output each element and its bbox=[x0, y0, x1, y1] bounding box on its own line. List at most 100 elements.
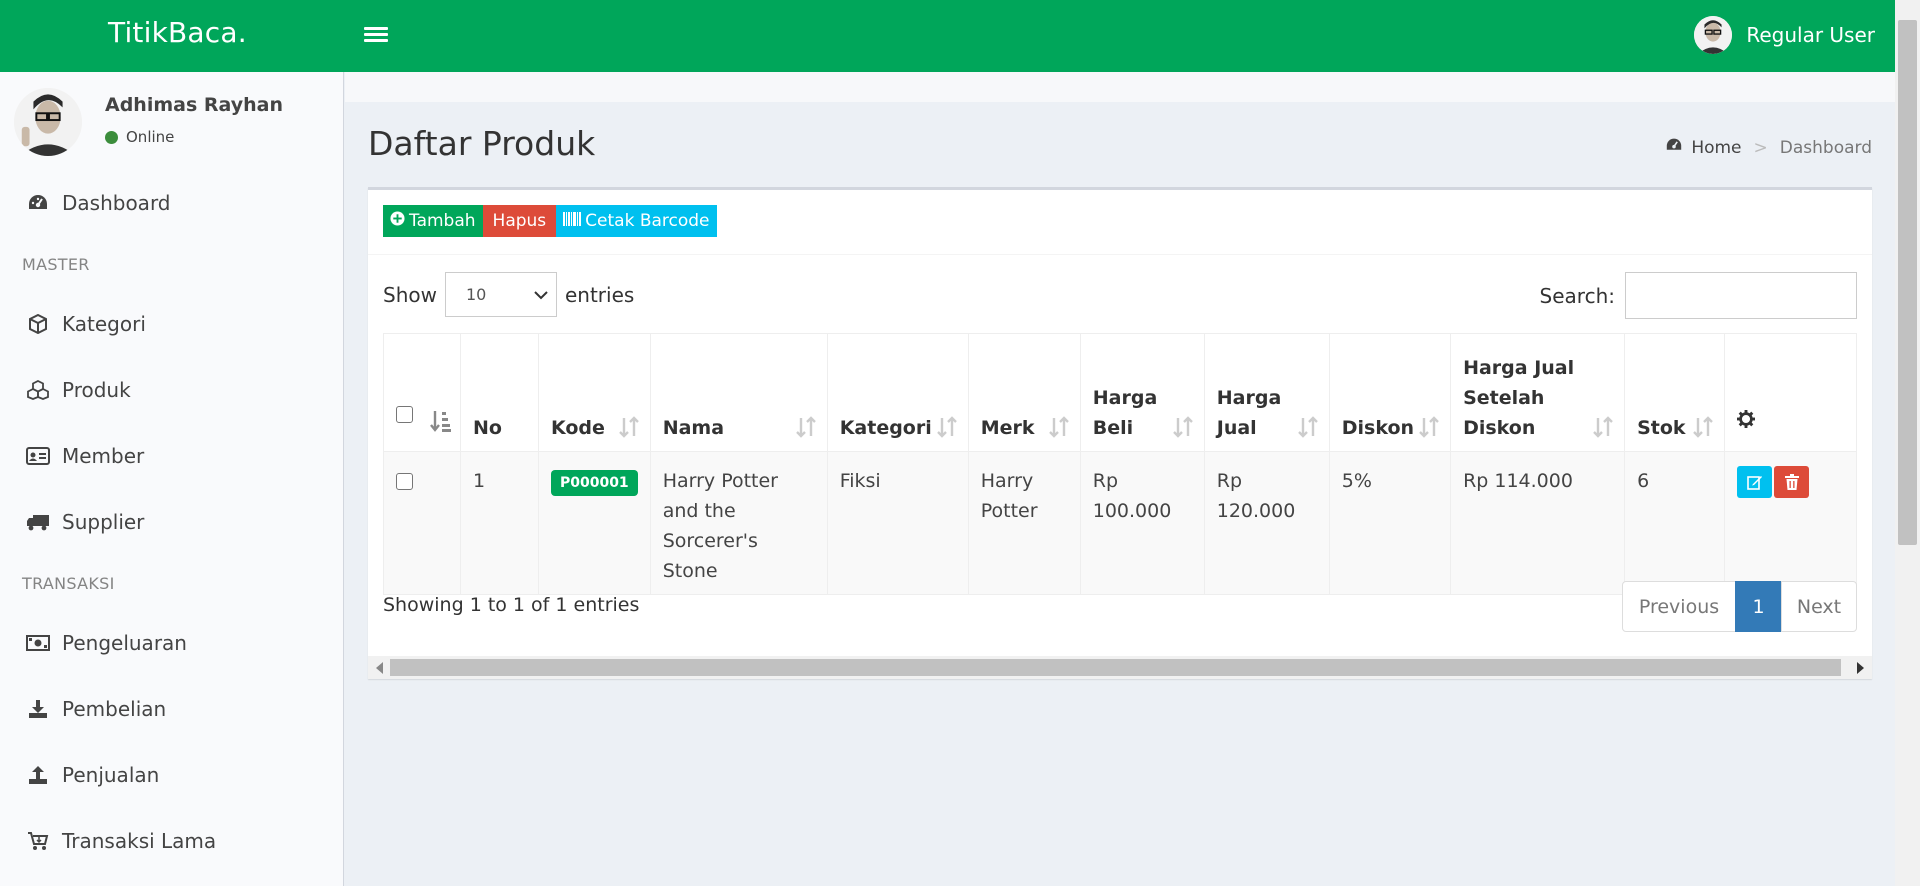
column-header-kode[interactable]: Kode bbox=[537, 333, 651, 452]
entries-length-control: Show 10 entries bbox=[383, 272, 634, 317]
id-card-icon bbox=[26, 444, 50, 468]
menu-header-master: MASTER bbox=[22, 255, 90, 274]
table-info: Showing 1 to 1 of 1 entries bbox=[383, 594, 640, 616]
download-icon bbox=[26, 697, 50, 721]
cell-actions bbox=[1724, 451, 1857, 595]
breadcrumb-home-link[interactable]: Home bbox=[1691, 138, 1741, 158]
sidebar-item-pembelian[interactable]: Pembelian bbox=[0, 679, 343, 739]
page-length-value: 10 bbox=[465, 285, 487, 304]
dashboard-icon bbox=[1665, 137, 1683, 158]
profile-status-label: Online bbox=[126, 128, 175, 146]
page-length-select[interactable]: 10 bbox=[444, 272, 557, 317]
user-avatar bbox=[1694, 16, 1733, 54]
search-control: Search: bbox=[1540, 272, 1857, 319]
column-header-label: Diskon bbox=[1341, 417, 1415, 439]
row-select-cell bbox=[383, 451, 461, 595]
table-row: 1 P000001 Harry Potter and the Sorcerer'… bbox=[383, 451, 1857, 595]
sidebar-item-produk[interactable]: Produk bbox=[0, 360, 343, 420]
column-header-label: No bbox=[473, 417, 502, 439]
scroll-right-icon[interactable] bbox=[1857, 662, 1864, 674]
print-barcode-label: Cetak Barcode bbox=[585, 211, 710, 231]
profile-name: Adhimas Rayhan bbox=[105, 94, 284, 116]
product-code-badge: P000001 bbox=[550, 470, 638, 496]
column-header-merk[interactable]: Merk bbox=[967, 333, 1081, 452]
print-barcode-button[interactable]: Cetak Barcode bbox=[556, 205, 717, 237]
cell-stok: 6 bbox=[1624, 451, 1726, 595]
sidebar-item-kategori[interactable]: Kategori bbox=[0, 294, 343, 354]
column-header-kategori[interactable]: Kategori bbox=[826, 333, 969, 452]
pagination: Previous 1 Next bbox=[1622, 581, 1857, 632]
sort-both-icon bbox=[618, 416, 639, 438]
delete-selected-button[interactable]: Hapus bbox=[482, 205, 557, 237]
horizontal-scroll-thumb[interactable] bbox=[390, 659, 1841, 676]
add-product-button[interactable]: Tambah bbox=[383, 205, 483, 237]
pagination-previous[interactable]: Previous bbox=[1622, 581, 1736, 632]
profile-avatar bbox=[14, 88, 82, 156]
select-all-column-header[interactable] bbox=[383, 333, 461, 452]
column-header-label: Kode bbox=[550, 417, 605, 439]
delete-button[interactable] bbox=[1774, 466, 1810, 498]
search-input[interactable] bbox=[1625, 272, 1857, 319]
user-menu[interactable]: Regular User bbox=[1694, 16, 1875, 54]
cell-diskon: 5% bbox=[1328, 451, 1452, 595]
cell-no: 1 bbox=[460, 451, 539, 595]
cell-harga-beli: Rp 100.000 bbox=[1079, 451, 1205, 595]
pagination-next[interactable]: Next bbox=[1781, 581, 1857, 632]
horizontal-scrollbar[interactable] bbox=[368, 656, 1872, 679]
sort-both-icon bbox=[1593, 416, 1613, 438]
upload-icon bbox=[26, 763, 50, 787]
brand-logo[interactable]: TitikBaca. bbox=[108, 16, 247, 49]
breadcrumb: Home > Dashboard bbox=[1665, 137, 1872, 158]
sort-both-icon bbox=[936, 416, 957, 438]
column-header-nama[interactable]: Nama bbox=[649, 333, 828, 452]
cell-harga-setelah-diskon: Rp 114.000 bbox=[1450, 451, 1626, 595]
sidebar-item-label: Produk bbox=[62, 378, 131, 402]
user-name: Regular User bbox=[1746, 23, 1875, 47]
column-header-label: Harga Jual Setelah Diskon bbox=[1463, 357, 1575, 439]
column-header-actions bbox=[1724, 333, 1857, 452]
sidebar-item-label: Dashboard bbox=[62, 191, 171, 215]
column-header-label: Stok bbox=[1637, 417, 1686, 439]
add-product-label: Tambah bbox=[409, 211, 476, 231]
sidebar-item-label: Transaksi Lama bbox=[62, 829, 217, 853]
column-header-harga-setelah-diskon[interactable]: Harga Jual Setelah Diskon bbox=[1450, 333, 1626, 452]
breadcrumb-separator: > bbox=[1753, 137, 1768, 158]
column-header-harga-beli[interactable]: Harga Beli bbox=[1079, 333, 1205, 452]
sidebar-item-pengeluaran[interactable]: Pengeluaran bbox=[0, 613, 343, 673]
select-all-checkbox[interactable] bbox=[396, 406, 413, 423]
column-header-diskon[interactable]: Diskon bbox=[1328, 333, 1452, 452]
top-navbar: TitikBaca. Regular User bbox=[0, 0, 1895, 72]
sidebar-item-transaksi-lama[interactable]: Transaksi Lama bbox=[0, 811, 343, 871]
sidebar-toggle-icon[interactable] bbox=[364, 24, 388, 46]
sort-both-icon bbox=[1693, 416, 1713, 438]
column-header-harga-jual[interactable]: Harga Jual bbox=[1203, 333, 1330, 452]
chevron-down-icon bbox=[534, 285, 548, 304]
breadcrumb-current: Dashboard bbox=[1779, 137, 1872, 158]
sidebar-item-label: Supplier bbox=[62, 510, 145, 534]
gear-icon bbox=[1737, 410, 1756, 433]
column-header-stok[interactable]: Stok bbox=[1624, 333, 1726, 452]
box-header: Tambah Hapus Cetak Barcode bbox=[368, 190, 1872, 255]
vertical-scroll-thumb[interactable] bbox=[1898, 20, 1917, 545]
column-header-label: Nama bbox=[662, 417, 725, 439]
vertical-scrollbar[interactable] bbox=[1895, 0, 1920, 886]
cell-nama: Harry Potter and the Sorcerer's Stone bbox=[649, 451, 828, 595]
sort-asc-icon bbox=[430, 411, 451, 432]
edit-button[interactable] bbox=[1737, 466, 1773, 498]
row-checkbox[interactable] bbox=[396, 473, 413, 490]
menu-header-transaksi: TRANSAKSI bbox=[22, 574, 115, 593]
pagination-page-1[interactable]: 1 bbox=[1735, 581, 1782, 632]
column-header-label: Harga Jual bbox=[1216, 387, 1282, 439]
sidebar-item-member[interactable]: Member bbox=[0, 426, 343, 486]
cart-icon bbox=[26, 829, 50, 853]
user-panel: Adhimas Rayhan Online bbox=[14, 88, 334, 158]
cube-icon bbox=[26, 312, 50, 336]
search-label: Search: bbox=[1539, 283, 1615, 308]
product-box: Tambah Hapus Cetak Barcode Show 10 entri… bbox=[368, 187, 1872, 679]
sidebar-item-label: Member bbox=[62, 444, 145, 468]
sidebar-item-dashboard[interactable]: Dashboard bbox=[0, 173, 343, 233]
sidebar-item-penjualan[interactable]: Penjualan bbox=[0, 745, 343, 805]
scroll-left-icon[interactable] bbox=[376, 662, 383, 674]
sidebar-item-supplier[interactable]: Supplier bbox=[0, 492, 343, 552]
column-header-no[interactable]: No bbox=[460, 333, 539, 452]
